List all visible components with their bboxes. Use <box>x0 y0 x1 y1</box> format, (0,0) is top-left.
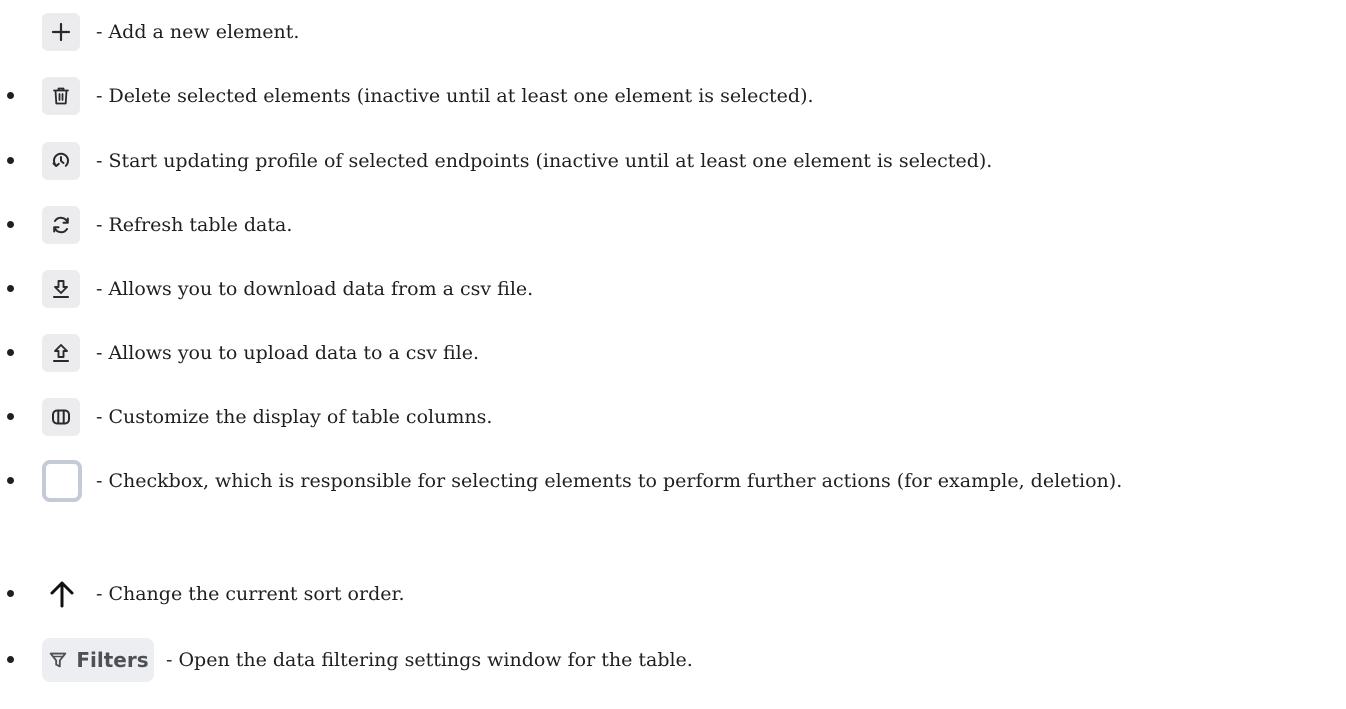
bullet <box>7 590 14 597</box>
checkbox-description: - Checkbox, which is responsible for sel… <box>96 463 1328 499</box>
filter-icon <box>50 652 67 668</box>
update-profile-icon <box>52 152 69 167</box>
list-item-download: - Allows you to download data from a csv… <box>0 264 1346 314</box>
upload-button[interactable] <box>42 334 80 372</box>
list-item-columns: - Customize the display of table columns… <box>0 392 1346 442</box>
list-item-sort: - Change the current sort order. <box>0 569 1346 619</box>
checkbox[interactable] <box>42 460 82 502</box>
list-item-add: - Add a new element. <box>0 7 1346 57</box>
columns-icon <box>52 409 70 425</box>
sort-description: - Change the current sort order. <box>96 583 405 605</box>
bullet <box>7 221 14 228</box>
arrow-up-icon[interactable] <box>48 579 76 609</box>
trash-icon <box>53 87 69 105</box>
filters-button-label: Filters <box>76 648 149 672</box>
columns-description: - Customize the display of table columns… <box>96 406 493 428</box>
bullet <box>7 349 14 356</box>
upload-description: - Allows you to upload data to a csv fil… <box>96 342 480 364</box>
filters-button[interactable]: Filters <box>42 638 154 682</box>
update-profile-button[interactable] <box>42 142 80 180</box>
list-item-delete: - Delete selected elements (inactive unt… <box>0 71 1346 121</box>
bullet <box>7 285 14 292</box>
update-profile-description: - Start updating profile of selected end… <box>96 150 993 172</box>
bullet <box>7 413 14 420</box>
add-description: - Add a new element. <box>96 21 300 43</box>
list-item-refresh: - Refresh table data. <box>0 200 1346 250</box>
refresh-button[interactable] <box>42 206 80 244</box>
bullet <box>7 92 14 99</box>
list-item-update-profile: - Start updating profile of selected end… <box>0 136 1346 186</box>
bullet <box>7 157 14 164</box>
download-button[interactable] <box>42 270 80 308</box>
download-description: - Allows you to download data from a csv… <box>96 278 534 300</box>
bullet <box>7 477 14 484</box>
filters-description: - Open the data filtering settings windo… <box>166 649 693 671</box>
legend-list: - Add a new element. - Delete selected e… <box>0 0 1346 709</box>
list-item-checkbox: - Checkbox, which is responsible for sel… <box>0 456 1346 546</box>
add-button[interactable] <box>42 13 80 51</box>
columns-button[interactable] <box>42 398 80 436</box>
delete-button[interactable] <box>42 77 80 115</box>
checkbox-description-text: - Checkbox, which is responsible for sel… <box>96 470 1123 492</box>
delete-description: - Delete selected elements (inactive unt… <box>96 85 814 107</box>
refresh-icon <box>53 216 69 234</box>
list-item-filters: Filters - Open the data filtering settin… <box>0 635 1346 685</box>
list-item-upload: - Allows you to upload data to a csv fil… <box>0 328 1346 378</box>
download-icon <box>53 280 69 298</box>
refresh-description: - Refresh table data. <box>96 214 293 236</box>
bullet <box>7 656 14 663</box>
upload-icon <box>53 344 69 362</box>
plus-icon <box>51 22 71 42</box>
